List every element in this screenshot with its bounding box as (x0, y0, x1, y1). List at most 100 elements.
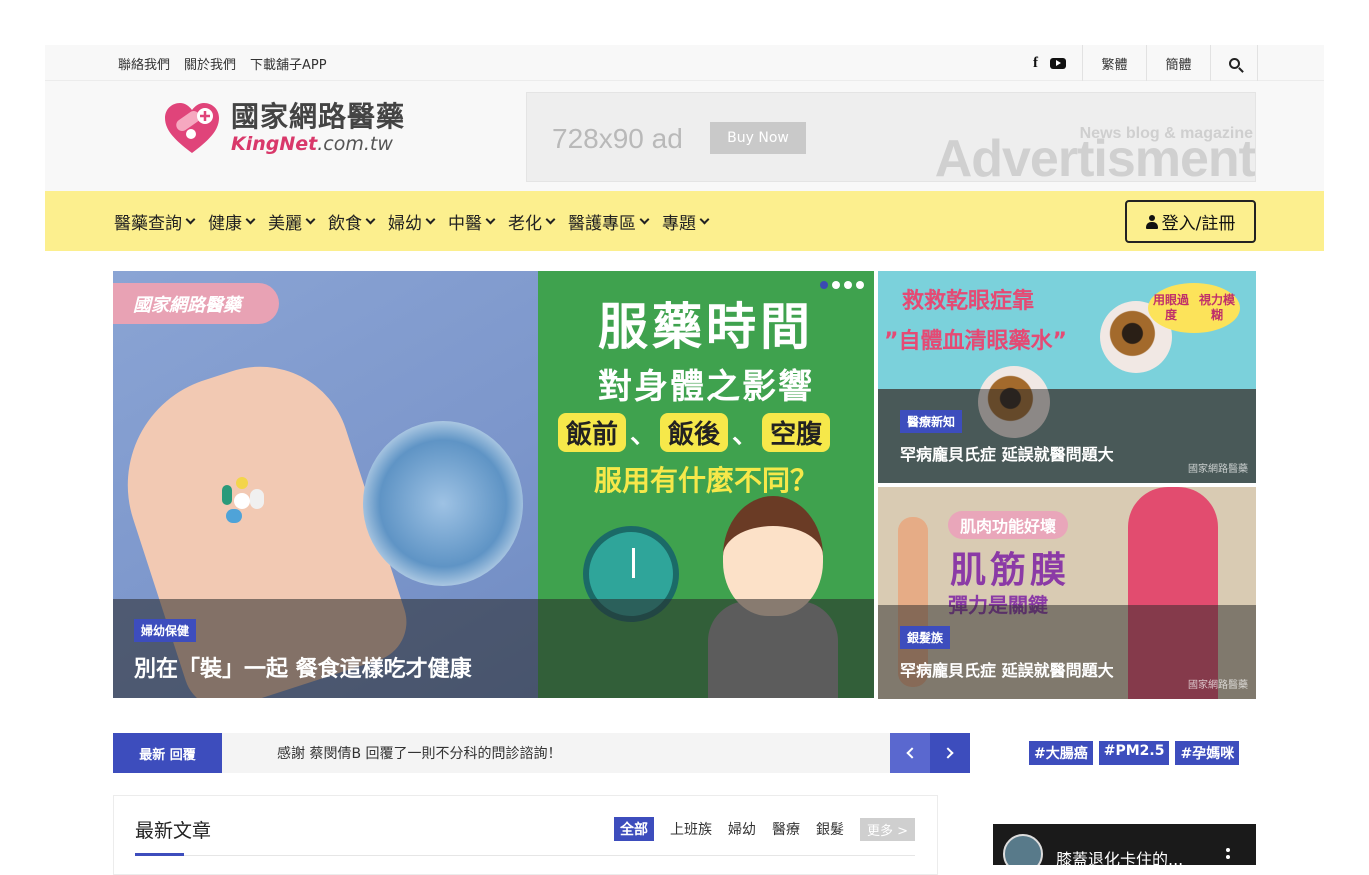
user-icon (1145, 214, 1158, 229)
about-us-link[interactable]: 關於我們 (184, 54, 236, 73)
tab-all[interactable]: 全部 (613, 817, 654, 841)
top-links: 聯絡我們 關於我們 下載舖子APP (118, 45, 327, 81)
section-title: 最新文章 (135, 820, 212, 842)
chevron-down-icon (425, 214, 436, 224)
main-nav: 醫藥查詢 健康 美麗 飲食 婦幼 中醫 老化 醫護專區 專題 登入/註冊 (45, 191, 1324, 251)
hero-question: 服用有什麼不同？ (593, 464, 818, 497)
ticker-next-button[interactable] (930, 733, 970, 773)
hero-tag-before-meal: 飯前 (558, 413, 627, 452)
section-divider (135, 855, 915, 856)
hero-badge: 國家網路醫藥 (113, 283, 279, 324)
card1-headline: 救救乾眼症靠 (902, 289, 1035, 314)
card1-caption[interactable]: 罕病龐貝氏症 延誤就醫問題大 (900, 441, 1114, 465)
card2-category-badge[interactable]: 銀髮族 (900, 626, 951, 649)
logo-chinese-name: 國家網路醫藥 (231, 100, 406, 133)
slider-dot[interactable] (856, 281, 864, 289)
ad-buy-now-button[interactable]: Buy Now (710, 122, 806, 154)
more-button[interactable]: 更多 > (859, 817, 915, 841)
doctor-illustration-face (723, 496, 823, 616)
hero-tag-empty-stomach: 空腹 (762, 413, 831, 452)
section-title-underline (135, 853, 184, 856)
logo-text: 國家網路醫藥 KingNet.com.tw (231, 100, 406, 156)
slider-dot-active[interactable] (820, 281, 828, 289)
nav-item-topics[interactable]: 專題 (662, 209, 710, 234)
heart-logo-icon (165, 103, 219, 153)
hero-slider[interactable]: 國家網路醫藥 服藥時間 對身體之影響 飯前 、 飯後 、 空腹 服用有什麼不同？… (113, 271, 874, 698)
latest-articles-section: 最新文章 全部 上班族 婦幼 醫療 銀髮 更多 > (113, 795, 938, 875)
ad-big-text: Advertisment (934, 130, 1255, 182)
chevron-down-icon (485, 214, 496, 224)
hashtag-link[interactable]: #大腸癌 (1029, 741, 1093, 765)
article-filter-tabs: 全部 上班族 婦幼 醫療 銀髮 更多 > (613, 817, 915, 841)
chevron-right-icon (942, 747, 954, 759)
slider-dot[interactable] (832, 281, 840, 289)
nav-menu: 醫藥查詢 健康 美麗 飲食 婦幼 中醫 老化 醫護專區 專題 (114, 191, 710, 251)
search-icon (1228, 57, 1240, 69)
traditional-chinese-button[interactable]: 繁體 (1082, 45, 1146, 81)
more-options-icon[interactable] (1226, 848, 1230, 852)
hero-meal-tags: 飯前 、 飯後 、 空腹 (558, 413, 831, 452)
nav-item-chinese-medicine[interactable]: 中醫 (448, 209, 496, 234)
card2-watermark: 國家網路醫藥 (1188, 680, 1248, 691)
nav-item-health[interactable]: 健康 (208, 209, 256, 234)
card2-tag: 肌肉功能好壞 (948, 511, 1069, 539)
nav-item-label: 中醫 (448, 213, 482, 234)
advertisement-banner[interactable]: 728x90 ad Buy Now News blog & magazine A… (526, 92, 1256, 182)
hero-tag-after-meal: 飯後 (660, 413, 729, 452)
download-app-link[interactable]: 下載舖子APP (250, 54, 327, 73)
search-button[interactable] (1210, 45, 1258, 81)
hero-category-badge[interactable]: 婦幼保健 (134, 619, 197, 642)
contact-us-link[interactable]: 聯絡我們 (118, 54, 170, 73)
facebook-icon[interactable]: f (1033, 55, 1038, 72)
simplified-chinese-button[interactable]: 簡體 (1146, 45, 1210, 81)
nav-item-diet[interactable]: 飲食 (328, 209, 376, 234)
hero-tag-separator: 、 (732, 420, 759, 450)
card1-subheadline: ”自體血清眼藥水” (884, 329, 1067, 354)
nav-item-label: 飲食 (328, 213, 362, 234)
hero-caption[interactable]: 別在「裝」一起 餐食這樣吃才健康 (134, 651, 472, 683)
tab-women-children[interactable]: 婦幼 (728, 819, 756, 839)
featured-card-fascia[interactable]: 肌肉功能好壞 肌筋膜 彈力是關鍵 銀髮族 罕病龐貝氏症 延誤就醫問題大 國家網路… (878, 487, 1256, 699)
login-label: 登入/註冊 (1161, 214, 1236, 234)
nav-item-aging[interactable]: 老化 (508, 209, 556, 234)
card1-category-badge[interactable]: 醫療新知 (900, 410, 963, 433)
slider-dot[interactable] (844, 281, 852, 289)
nav-item-label: 美麗 (268, 213, 302, 234)
nav-item-women-children[interactable]: 婦幼 (388, 209, 436, 234)
hero-subtitle: 對身體之影響 (598, 367, 814, 407)
chevron-left-icon (906, 747, 918, 759)
pills-image (222, 477, 264, 523)
nav-item-drug-search[interactable]: 醫藥查詢 (114, 209, 196, 234)
card1-bubble-line1: 用眼過度 (1152, 293, 1189, 322)
site-logo[interactable]: 國家網路醫藥 KingNet.com.tw (163, 101, 405, 155)
video-title[interactable]: 膝蓋退化卡住的... (1056, 846, 1183, 865)
tab-office-workers[interactable]: 上班族 (670, 819, 712, 839)
ticker-prev-button[interactable] (890, 733, 930, 773)
nav-item-label: 醫藥查詢 (114, 213, 182, 234)
tab-medical[interactable]: 醫療 (772, 819, 800, 839)
nav-item-beauty[interactable]: 美麗 (268, 209, 316, 234)
logo-domain: KingNet.com.tw (231, 133, 405, 155)
hero-tag-separator: 、 (630, 420, 657, 450)
logo-brand: KingNet (231, 133, 318, 155)
card2-caption[interactable]: 罕病龐貝氏症 延誤就醫問題大 (900, 657, 1114, 681)
water-glass-image (363, 421, 523, 586)
ticker-text[interactable]: 感謝 蔡閔倩B 回覆了一則不分科的問診諮詢！ (277, 733, 562, 773)
hashtag-link[interactable]: #PM2.5 (1098, 741, 1170, 765)
tab-seniors[interactable]: 銀髮 (816, 819, 844, 839)
channel-avatar (1003, 834, 1043, 865)
chevron-down-icon (185, 214, 196, 224)
featured-card-dry-eye[interactable]: 救救乾眼症靠 ”自體血清眼藥水” 用眼過度 視力模糊 醫療新知 罕病龐貝氏症 延誤… (878, 271, 1256, 483)
nav-item-label: 醫護專區 (568, 213, 636, 234)
chevron-down-icon (639, 214, 650, 224)
chevron-down-icon (545, 214, 556, 224)
top-bar: 聯絡我們 關於我們 下載舖子APP f 繁體 簡體 (45, 45, 1324, 81)
login-register-button[interactable]: 登入/註冊 (1125, 200, 1256, 243)
youtube-icon[interactable] (1050, 57, 1066, 69)
chevron-down-icon (245, 214, 256, 224)
site-header: 國家網路醫藥 KingNet.com.tw 728x90 ad Buy Now … (45, 81, 1324, 191)
card1-speech-bubble: 用眼過度 視力模糊 (1148, 283, 1240, 333)
nav-item-medical-zone[interactable]: 醫護專區 (568, 209, 650, 234)
video-embed[interactable]: 膝蓋退化卡住的... (993, 824, 1256, 865)
hashtag-link[interactable]: #孕媽咪 (1175, 741, 1240, 765)
